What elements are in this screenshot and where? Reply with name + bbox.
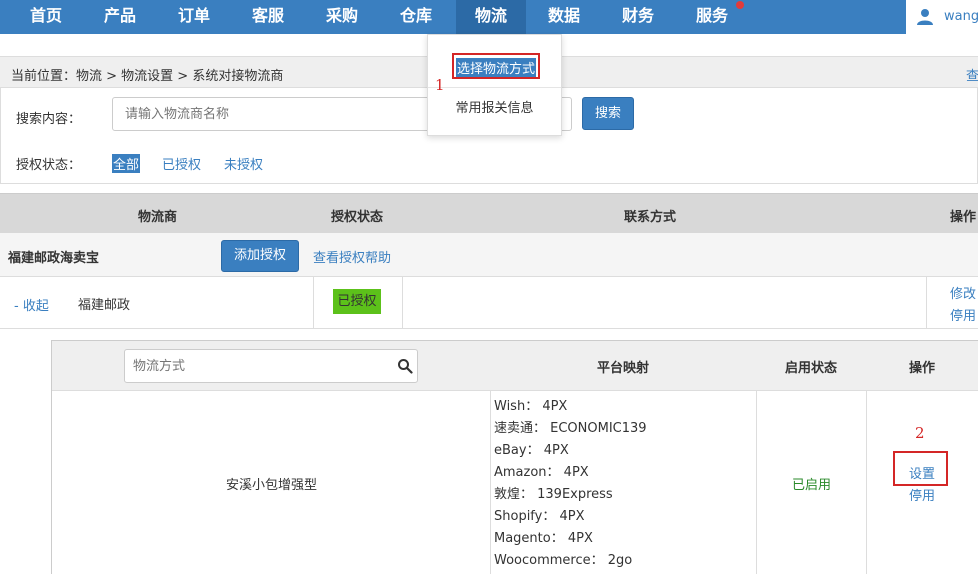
notification-dot [736, 1, 744, 9]
method-search-input[interactable] [124, 349, 418, 383]
annotation-2: 2 [915, 424, 925, 442]
th-method-actions: 操作 [909, 361, 936, 376]
nav-finance[interactable]: 财务 [610, 0, 666, 34]
col-divider [490, 391, 491, 574]
disable-provider-link[interactable]: 停用 [950, 305, 976, 324]
mapping-item: Wish： 4PX [494, 399, 568, 414]
breadcrumb: 当前位置：物流 > 物流设置 > 系统对接物流商 [11, 69, 284, 84]
th-provider: 物流商 [138, 210, 178, 225]
method-name: 安溪小包增强型 [226, 478, 318, 493]
table-header: 物流商 授权状态 联系方式 操作 [0, 193, 978, 233]
nav-logistics[interactable]: 物流 [456, 0, 526, 34]
mapping-item: 速卖通： ECONOMIC139 [494, 421, 647, 436]
mapping-item: Magento： 4PX [494, 531, 593, 546]
user-menu[interactable]: wang [906, 0, 978, 34]
col-divider [926, 277, 927, 329]
collapse-link[interactable]: - 收起 [14, 295, 49, 314]
user-name: wang [944, 9, 978, 24]
settings-link[interactable]: 设置 [909, 463, 935, 482]
col-divider [866, 391, 867, 574]
nav-purchase[interactable]: 采购 [314, 0, 370, 34]
nav-data[interactable]: 数据 [536, 0, 592, 34]
group-name: 福建邮政海卖宝 [8, 251, 100, 266]
auth-status-badge: 已授权 [333, 289, 381, 314]
mapping-item: Shopify： 4PX [494, 509, 585, 524]
nav-home[interactable]: 首页 [18, 0, 74, 34]
auth-help-link[interactable]: 查看授权帮助 [313, 247, 391, 266]
nav-service[interactable]: 客服 [240, 0, 296, 34]
mapping-item: eBay： 4PX [494, 443, 569, 458]
auth-status-label: 授权状态： [16, 158, 82, 173]
mapping-item: 敦煌： 139Express [494, 487, 613, 502]
search-button[interactable]: 搜索 [582, 97, 634, 130]
user-icon [917, 9, 933, 25]
provider-group-row: 福建邮政海卖宝 [0, 233, 978, 277]
disable-method-link[interactable]: 停用 [909, 485, 935, 504]
breadcrumb-right-link[interactable]: 查 [966, 65, 978, 84]
th-enable-status: 启用状态 [785, 361, 838, 376]
annotation-1: 1 [435, 76, 445, 94]
th-platform-mapping: 平台映射 [597, 361, 650, 376]
mapping-item: Woocommerce： 2go [494, 553, 633, 568]
platform-mapping-list: Wish： 4PX 速卖通： ECONOMIC139 eBay： 4PX Ama… [494, 396, 647, 572]
mapping-item: Amazon： 4PX [494, 465, 589, 480]
dropdown-item-select-method[interactable]: 选择物流方式 [452, 53, 540, 79]
nav-products[interactable]: 产品 [92, 0, 148, 34]
col-divider [756, 391, 757, 574]
provider-name: 福建邮政 [78, 298, 131, 313]
nav-services[interactable]: 服务 [684, 0, 740, 34]
nav-warehouse[interactable]: 仓库 [388, 0, 444, 34]
enabled-status: 已启用 [792, 478, 832, 493]
auth-filter-unauthorized[interactable]: 未授权 [224, 154, 263, 173]
top-nav: 首页 产品 订单 客服 采购 仓库 物流 数据 财务 服务 wang [0, 0, 978, 34]
auth-filter-all[interactable]: 全部 [112, 154, 141, 173]
search-label: 搜索内容： [16, 112, 82, 127]
dropdown-item-customs-info[interactable]: 常用报关信息 [428, 97, 561, 116]
edit-link[interactable]: 修改 [950, 283, 976, 302]
add-auth-button[interactable]: 添加授权 [221, 240, 299, 272]
th-auth-status: 授权状态 [331, 210, 384, 225]
dropdown-item-select-method-label: 选择物流方式 [456, 58, 537, 77]
dropdown-divider [428, 87, 561, 88]
th-actions: 操作 [950, 210, 977, 225]
col-divider [402, 277, 403, 329]
logistics-dropdown: 选择物流方式 常用报关信息 [427, 34, 562, 136]
auth-filter-authorized[interactable]: 已授权 [162, 154, 201, 173]
nav-orders[interactable]: 订单 [166, 0, 222, 34]
search-icon[interactable] [397, 358, 413, 374]
col-divider [313, 277, 314, 329]
provider-row [0, 277, 978, 329]
th-contact: 联系方式 [624, 210, 677, 225]
